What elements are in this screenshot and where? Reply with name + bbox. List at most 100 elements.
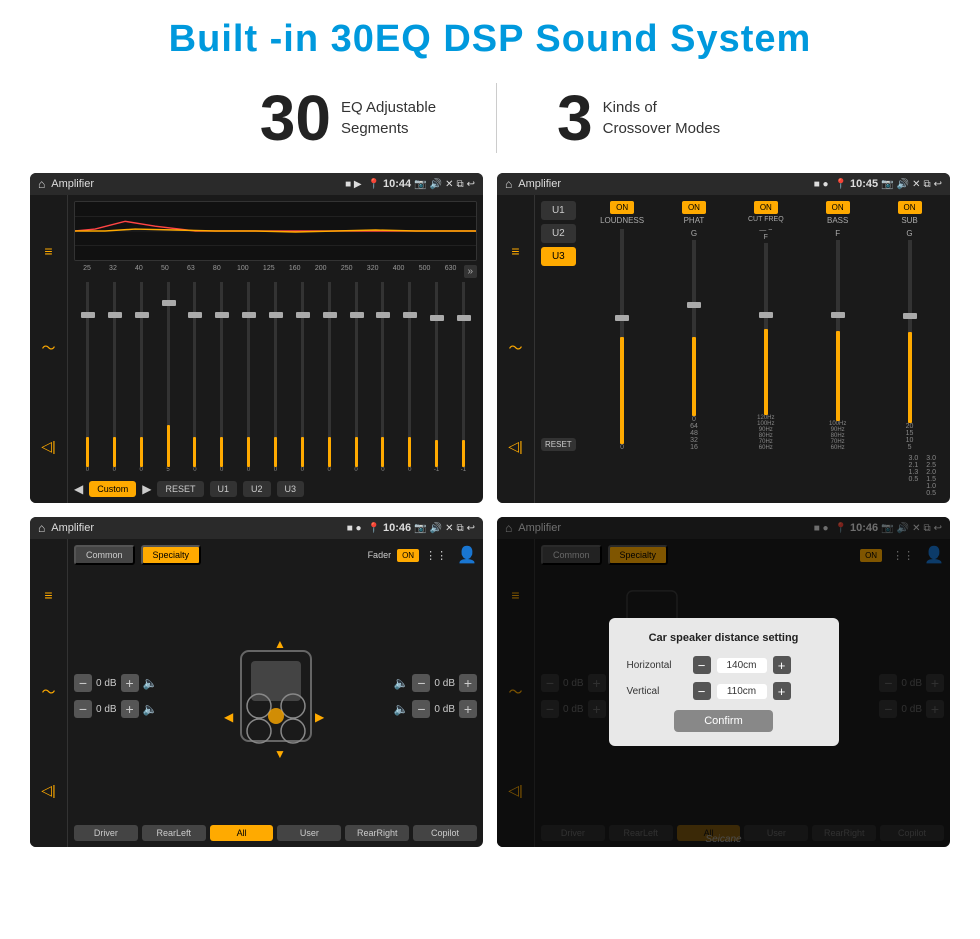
rl-value: 0 dB — [96, 704, 117, 715]
fader-label: Fader — [368, 550, 392, 560]
wave-icon[interactable]: 〜 — [42, 338, 56, 358]
all-btn[interactable]: All — [210, 825, 274, 841]
eq-slider-4[interactable]: 5 — [155, 282, 182, 473]
preset-u1[interactable]: U1 — [541, 201, 576, 220]
preset-u2[interactable]: U2 — [541, 224, 576, 243]
horizontal-plus[interactable]: + — [773, 656, 791, 674]
home-icon-1[interactable]: ⌂ — [38, 177, 45, 191]
eq-slider-15[interactable]: -1 — [450, 282, 477, 473]
eq-slider-3[interactable]: 0 — [128, 282, 155, 473]
profile-icon[interactable]: 👤 — [457, 545, 477, 565]
eq-slider-6[interactable]: 0 — [208, 282, 235, 473]
fr-minus[interactable]: − — [412, 674, 430, 692]
svg-text:▲: ▲ — [274, 637, 286, 651]
screen-dialog: ⌂ Amplifier ■ ● 📍 10:46 📷 🔊 ✕ ⧉ ↩ ≡ 〜 ◁| — [497, 517, 950, 847]
svg-text:▼: ▼ — [274, 747, 286, 761]
eq-u2-btn[interactable]: U2 — [243, 481, 271, 497]
eq-u1-btn[interactable]: U1 — [210, 481, 238, 497]
freq-label-630: 630 — [438, 265, 464, 278]
bass-scale: 100Hz 90Hz 80Hz 70Hz 60Hz — [829, 421, 846, 451]
volume-icon-1: 🔊 — [430, 179, 442, 190]
rr-minus[interactable]: − — [412, 700, 430, 718]
equalizer-icon[interactable]: ≡ — [44, 243, 52, 259]
rearright-btn[interactable]: RearRight — [345, 825, 409, 841]
eq-slider-14[interactable]: -1 — [423, 282, 450, 473]
cutfreq-slider[interactable] — [764, 243, 768, 415]
vertical-value: 110cm — [717, 684, 767, 699]
back-icon-1[interactable]: ↩ — [467, 179, 475, 190]
crossover-reset-btn[interactable]: RESET — [541, 438, 576, 451]
loudness-toggle[interactable]: ON — [610, 201, 634, 214]
eq-u3-btn[interactable]: U3 — [277, 481, 305, 497]
home-icon-3[interactable]: ⌂ — [38, 521, 45, 535]
rearleft-btn[interactable]: RearLeft — [142, 825, 206, 841]
back-icon-2[interactable]: ↩ — [934, 179, 942, 190]
eq-slider-13[interactable]: 0 — [396, 282, 423, 473]
eq-more-icon[interactable]: » — [464, 265, 478, 278]
fl-plus[interactable]: + — [121, 674, 139, 692]
camera-icon-1: 📷 — [414, 179, 426, 190]
eq-slider-11[interactable]: 0 — [343, 282, 370, 473]
eq-slider-8[interactable]: 0 — [262, 282, 289, 473]
rl-minus[interactable]: − — [74, 700, 92, 718]
eq-back-btn[interactable]: ◀ — [74, 482, 83, 496]
specialty-tab[interactable]: Specialty — [141, 545, 202, 565]
location-icon-3: 📍 — [368, 523, 380, 534]
fl-minus[interactable]: − — [74, 674, 92, 692]
eq-slider-12[interactable]: 0 — [369, 282, 396, 473]
car-diagram-container: ▲ ▼ ◀ ▶ — [164, 573, 388, 819]
wave-icon-2[interactable]: 〜 — [509, 338, 523, 358]
fader-sliders-icon[interactable]: ⋮⋮ — [425, 549, 447, 562]
eq-slider-7[interactable]: 0 — [235, 282, 262, 473]
channel-cutfreq: ON CUT FREQ — ~ F 120Hz 100Hz 9 — [731, 201, 800, 451]
window-icon-1: ⧉ — [456, 179, 463, 190]
amp-wave-icon[interactable]: 〜 — [42, 682, 56, 702]
user-btn[interactable]: User — [277, 825, 341, 841]
eq-slider-5[interactable]: 0 — [181, 282, 208, 473]
eq-slider-9[interactable]: 0 — [289, 282, 316, 473]
horizontal-minus[interactable]: − — [693, 656, 711, 674]
driver-btn[interactable]: Driver — [74, 825, 138, 841]
status-icons-2: 📍 10:45 📷 🔊 ✕ ⧉ ↩ — [835, 178, 942, 190]
bass-slider[interactable] — [836, 240, 840, 421]
sub-slider[interactable] — [908, 240, 912, 423]
common-tab[interactable]: Common — [74, 545, 135, 565]
bass-label: BASS — [827, 216, 848, 225]
freq-label-80: 80 — [204, 265, 230, 278]
vertical-plus[interactable]: + — [773, 682, 791, 700]
eq-screen-content: ≡ 〜 ◁| — [30, 195, 483, 503]
eq-slider-2[interactable]: 0 — [101, 282, 128, 473]
cutfreq-toggle[interactable]: ON — [754, 201, 778, 214]
eq-play-btn[interactable]: ▶ — [142, 482, 151, 496]
eq-slider-10[interactable]: 0 — [316, 282, 343, 473]
rr-plus[interactable]: + — [459, 700, 477, 718]
amp-speaker-icon[interactable]: ◁| — [41, 782, 55, 799]
eq-slider-1[interactable]: 0 — [74, 282, 101, 473]
app-title-2: Amplifier — [518, 178, 807, 190]
fr-plus[interactable]: + — [459, 674, 477, 692]
eq-bottom-bar: ◀ Custom ▶ RESET U1 U2 U3 — [74, 481, 477, 497]
preset-u3[interactable]: U3 — [541, 247, 576, 266]
eq-custom-btn[interactable]: Custom — [89, 481, 136, 497]
record-icon-1: ■ ▶ — [345, 179, 362, 190]
speaker-icon-2[interactable]: ◁| — [508, 438, 522, 455]
loudness-label: LOUDNESS — [600, 216, 644, 225]
copilot-btn[interactable]: Copilot — [413, 825, 477, 841]
amp-eq-icon[interactable]: ≡ — [44, 587, 52, 603]
loudness-slider[interactable] — [620, 229, 624, 444]
eq-reset-btn[interactable]: RESET — [157, 481, 203, 497]
car-diagram-svg: ▲ ▼ ◀ ▶ — [221, 626, 331, 766]
vol-row-fl: − 0 dB + 🔈 — [74, 674, 158, 692]
confirm-button[interactable]: Confirm — [674, 710, 773, 732]
phat-toggle[interactable]: ON — [682, 201, 706, 214]
phat-slider[interactable] — [692, 240, 696, 416]
bass-toggle[interactable]: ON — [826, 201, 850, 214]
speaker-left-icon[interactable]: ◁| — [41, 438, 55, 455]
rl-plus[interactable]: + — [121, 700, 139, 718]
eq-tune-icon[interactable]: ≡ — [511, 243, 519, 259]
rr-value: 0 dB — [434, 704, 455, 715]
home-icon-2[interactable]: ⌂ — [505, 177, 512, 191]
sub-toggle[interactable]: ON — [898, 201, 922, 214]
back-icon-3[interactable]: ↩ — [467, 523, 475, 534]
vertical-minus[interactable]: − — [693, 682, 711, 700]
